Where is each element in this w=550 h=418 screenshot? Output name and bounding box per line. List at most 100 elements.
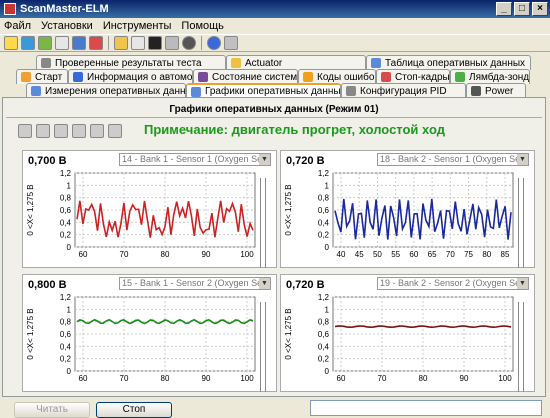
- save-icon[interactable]: [72, 124, 86, 138]
- y-axis-label: 0 <X< 1,275 В: [284, 308, 293, 359]
- chart-plot: 1,2 1 0,8 0,6 0,4 0,2 0 40 45 50 55 60 65 70 75 80 85 0 <…: [284, 169, 514, 259]
- y-tick-label: 0: [325, 243, 330, 252]
- info-icon: [73, 72, 83, 82]
- graph-icon: [191, 86, 201, 97]
- menu-bar: Файл Установки Инструменты Помощь: [0, 18, 550, 34]
- y-tick-label: 1: [67, 305, 72, 314]
- chevron-down-icon[interactable]: ▼: [259, 278, 270, 289]
- x-tick-label: 90: [460, 374, 469, 383]
- toolbar-separator: [201, 36, 202, 50]
- scale-slider[interactable]: [260, 302, 261, 392]
- warning-icon: [303, 72, 313, 82]
- scale-slider[interactable]: [265, 178, 266, 268]
- x-tick-label: 70: [120, 250, 129, 259]
- minimize-button[interactable]: _: [496, 2, 512, 16]
- record-icon[interactable]: [182, 36, 196, 50]
- y-tick-label: 0,6: [318, 206, 330, 215]
- y-tick-label: 0,8: [318, 318, 330, 327]
- tab-vehicle-info[interactable]: Информация о автомобиле: [68, 69, 193, 84]
- tab-lambda-sensors[interactable]: Лямбда-зонды: [450, 69, 530, 84]
- panel-toolbar: [18, 124, 122, 138]
- menu-file[interactable]: Файл: [4, 20, 31, 32]
- info-icon[interactable]: [207, 36, 221, 50]
- y-tick-label: 0,6: [60, 206, 72, 215]
- menu-tools[interactable]: Инструменты: [103, 20, 172, 32]
- table-icon[interactable]: [55, 36, 69, 50]
- close-button[interactable]: ×: [532, 2, 548, 16]
- y-tick-label: 1,2: [60, 293, 72, 302]
- terminal-icon[interactable]: [148, 36, 162, 50]
- y-tick-label: 0,6: [60, 330, 72, 339]
- scale-slider[interactable]: [265, 302, 266, 392]
- gauge-icon[interactable]: [89, 36, 103, 50]
- x-tick-label: 80: [161, 250, 170, 259]
- y-tick-label: 1: [325, 181, 330, 190]
- measure-icon: [31, 86, 41, 96]
- tab-error-codes[interactable]: Коды ошибок: [298, 69, 376, 84]
- x-tick-label: 70: [378, 374, 387, 383]
- remove-graph-icon[interactable]: [36, 124, 50, 138]
- x-tick-label: 100: [498, 374, 512, 383]
- y-tick-label: 0,4: [60, 218, 72, 227]
- add-graph-icon[interactable]: [18, 124, 32, 138]
- chevron-down-icon[interactable]: ▼: [259, 154, 270, 165]
- scale-slider[interactable]: [518, 302, 519, 392]
- y-tick-label: 0,8: [60, 318, 72, 327]
- stop-button[interactable]: Стоп: [96, 402, 172, 418]
- chart-icon[interactable]: [72, 36, 86, 50]
- chevron-down-icon[interactable]: ▼: [517, 154, 528, 165]
- y-tick-label: 1,2: [318, 293, 330, 302]
- doc-icon[interactable]: [131, 36, 145, 50]
- tab-live-graphs[interactable]: Графики оперативных данных: [186, 83, 341, 98]
- y-tick-label: 0,2: [318, 231, 330, 240]
- open-icon[interactable]: [54, 124, 68, 138]
- panel-title: Графики оперативных данных (Режим 01): [6, 104, 542, 118]
- y-tick-label: 0: [67, 243, 72, 252]
- x-tick-label: 40: [337, 250, 346, 259]
- globe-icon[interactable]: [21, 36, 35, 50]
- status-field: [310, 400, 542, 416]
- tab-pid-config[interactable]: Конфигурация PID: [341, 83, 466, 98]
- status-icon: [198, 72, 208, 82]
- y-tick-label: 0: [325, 367, 330, 376]
- scale-slider[interactable]: [523, 302, 524, 392]
- x-tick-label: 100: [240, 250, 254, 259]
- chevron-down-icon[interactable]: ▼: [517, 278, 528, 289]
- toolbar: [0, 34, 550, 52]
- tab-test-results[interactable]: Проверенные результаты теста: [36, 55, 226, 70]
- settings-icon[interactable]: [165, 36, 179, 50]
- scale-slider[interactable]: [518, 178, 519, 268]
- tab-power[interactable]: Power: [466, 83, 526, 98]
- y-tick-label: 0,2: [60, 231, 72, 240]
- x-tick-label: 85: [501, 250, 510, 259]
- x-tick-label: 60: [337, 374, 346, 383]
- y-tick-label: 0,8: [60, 194, 72, 203]
- x-tick-label: 80: [161, 374, 170, 383]
- grid-icon[interactable]: [38, 36, 52, 50]
- scale-slider[interactable]: [523, 178, 524, 268]
- tab-start[interactable]: Старт: [16, 69, 68, 84]
- tab-system-status[interactable]: Состояние системы: [193, 69, 298, 84]
- x-tick-label: 50: [373, 250, 382, 259]
- read-button[interactable]: Читать: [14, 402, 90, 418]
- y-tick-label: 0,2: [60, 355, 72, 364]
- tab-freeze-frames[interactable]: Стоп-кадры: [376, 69, 450, 84]
- menu-settings[interactable]: Установки: [41, 20, 93, 32]
- scale-slider[interactable]: [260, 178, 261, 268]
- tab-actuator[interactable]: Actuator: [226, 55, 366, 70]
- x-tick-label: 90: [202, 374, 211, 383]
- menu-help[interactable]: Помощь: [181, 20, 224, 32]
- window-title: ScanMaster-ELM: [20, 3, 109, 15]
- chart-bank1-sensor1: 0,700 В 14 - Bank 1 - Sensor 1 (Oxygen S…: [22, 150, 277, 268]
- print-icon[interactable]: [108, 124, 122, 138]
- title-bar: ScanMaster-ELM _ □ ×: [0, 0, 550, 18]
- exit-icon[interactable]: [224, 36, 238, 50]
- print-preview-icon[interactable]: [90, 124, 104, 138]
- tab-live-data-table[interactable]: Таблица оперативных данных: [366, 55, 531, 70]
- report-icon[interactable]: [114, 36, 128, 50]
- connect-icon[interactable]: [4, 36, 18, 50]
- y-tick-label: 1,2: [318, 169, 330, 178]
- tab-live-measurements[interactable]: Измерения оперативных данных: [26, 83, 186, 98]
- maximize-button[interactable]: □: [514, 2, 530, 16]
- x-tick-label: 70: [120, 374, 129, 383]
